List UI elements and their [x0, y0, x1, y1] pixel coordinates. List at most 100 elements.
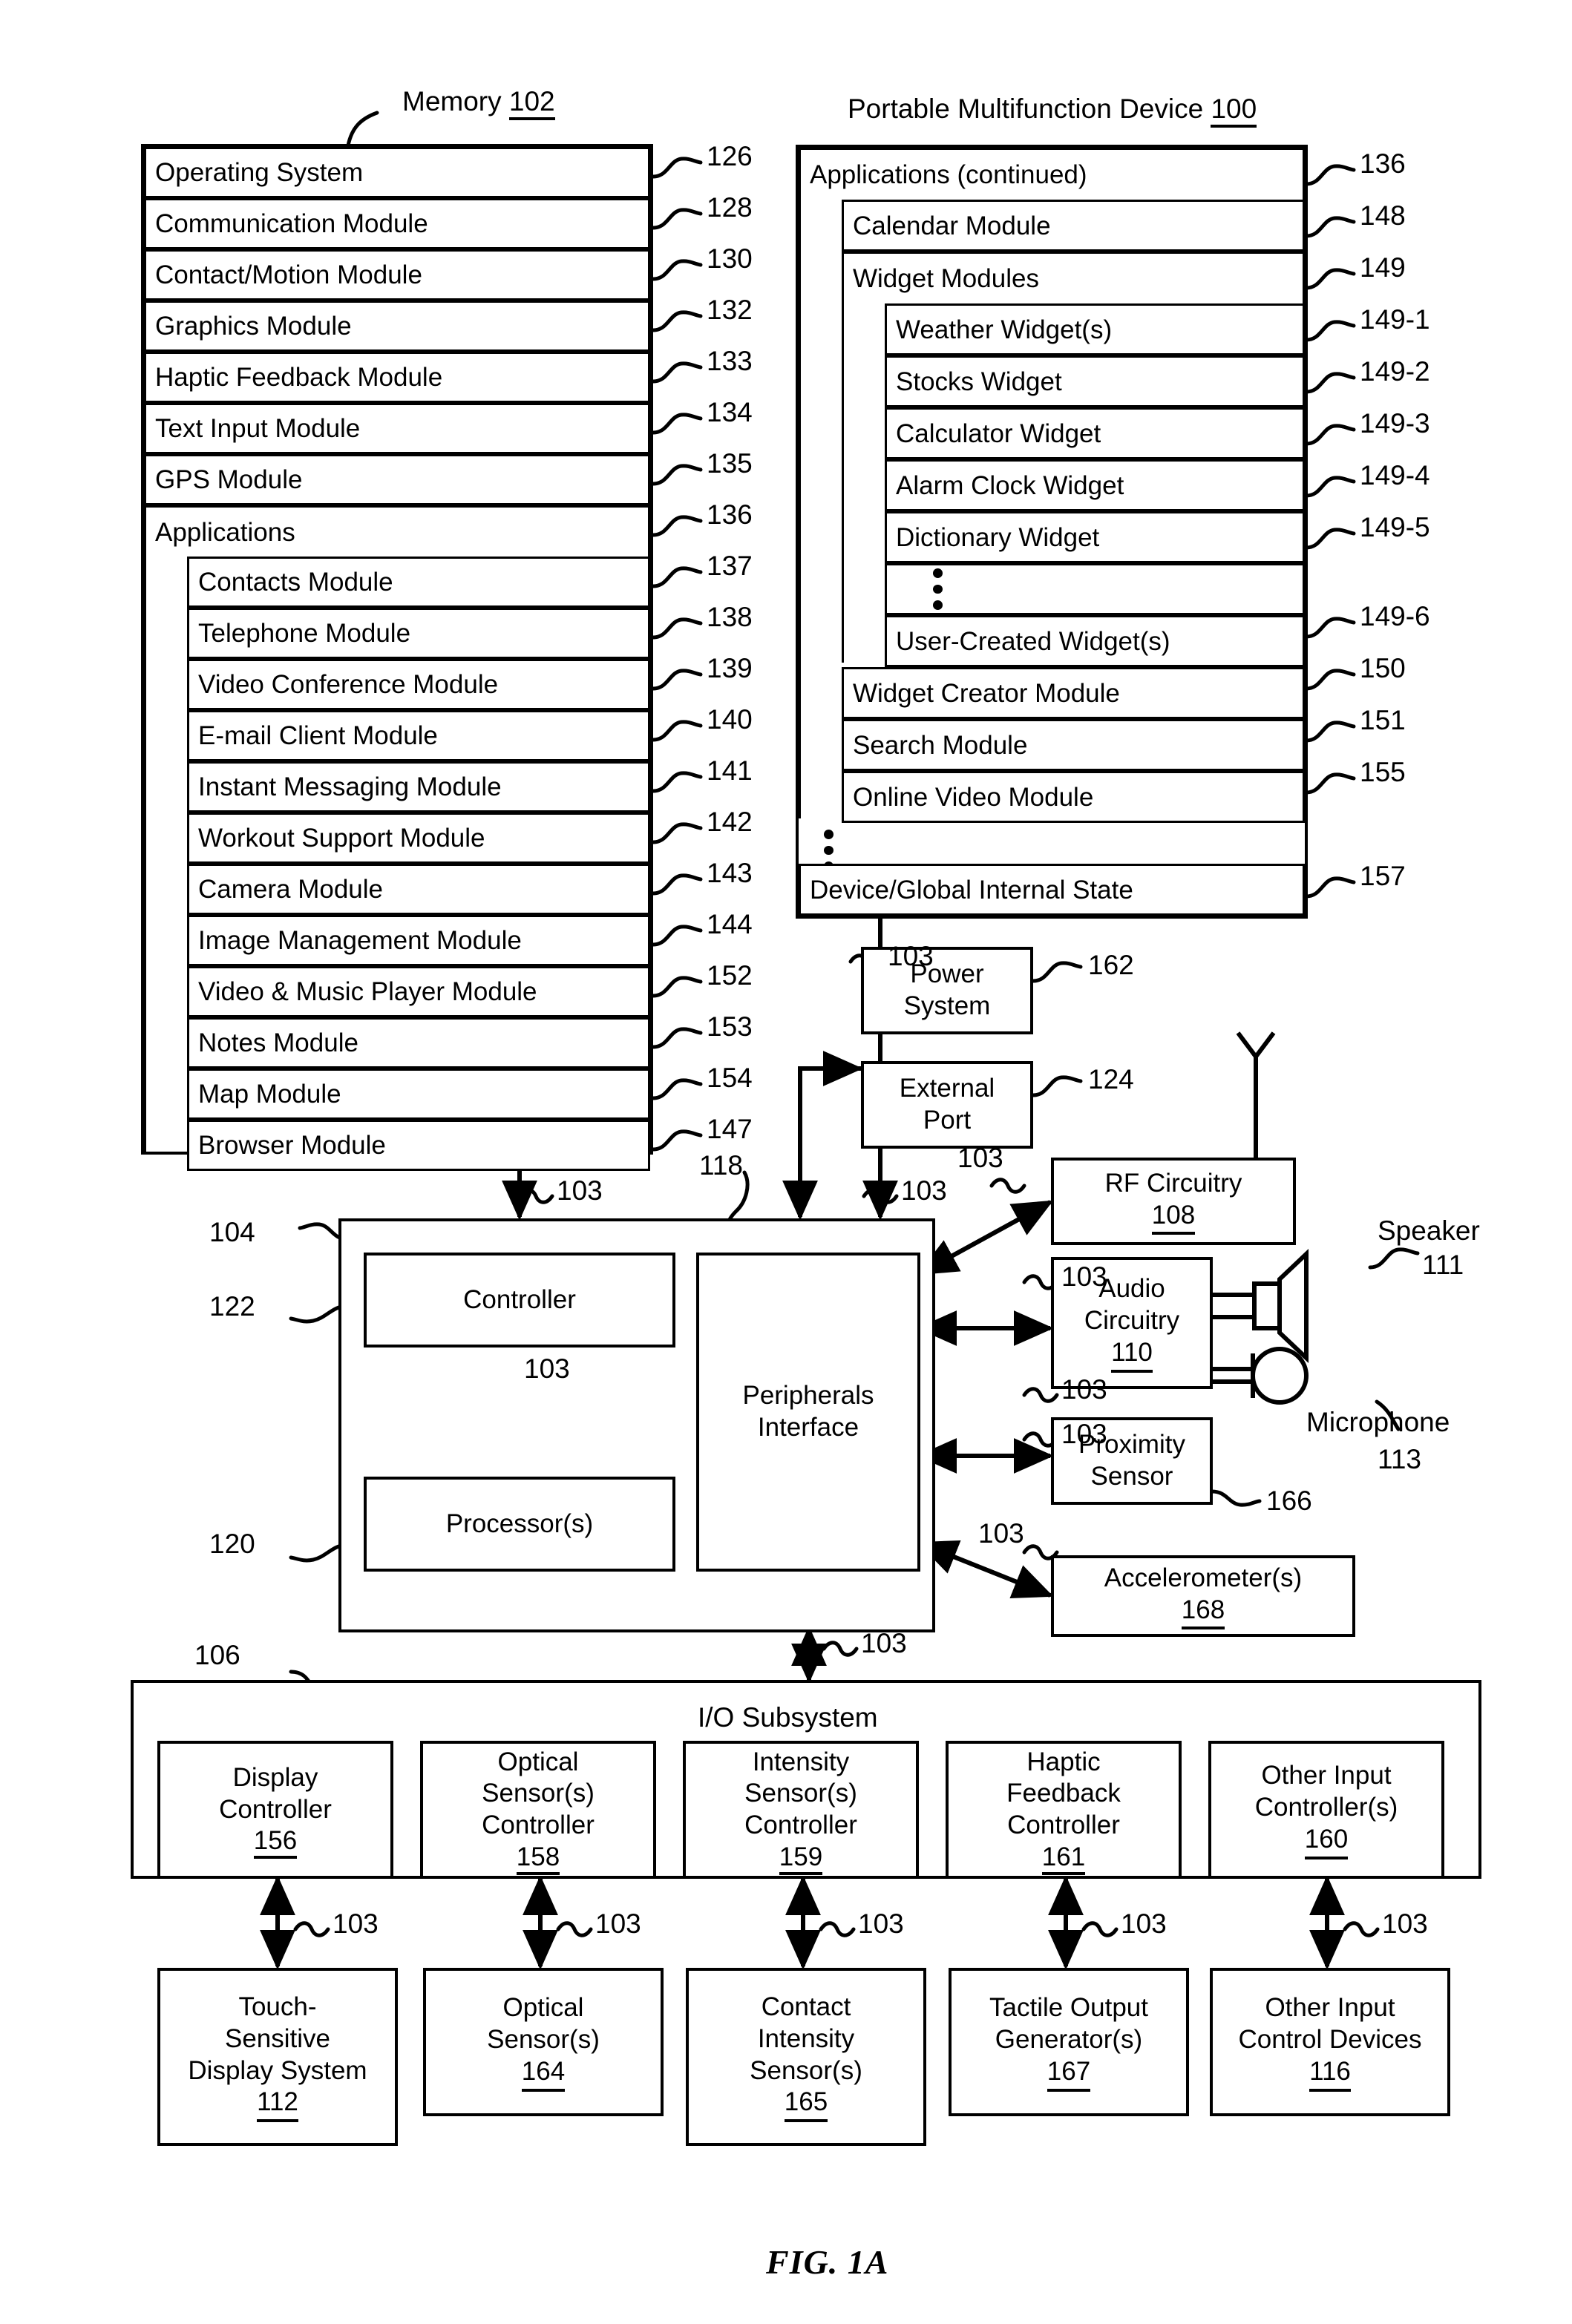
bus-label-103-i: 103 [861, 1628, 907, 1658]
bus-label-103-c: 103 [957, 1143, 1003, 1173]
bus-label-103-l: 103 [858, 1908, 904, 1939]
ref-104: 104 [209, 1217, 255, 1247]
touch-display-line2: Sensitive [224, 2023, 331, 2053]
row-label: Applications [155, 517, 295, 547]
io-subsystem-label: I/O Subsystem [698, 1702, 878, 1733]
app-row-notes-module: Notes Module [187, 1017, 650, 1069]
device-title-ref: 100 [1211, 93, 1257, 128]
ref-139: 139 [707, 653, 753, 683]
row-label: Applications (continued) [810, 160, 1087, 189]
row-label: Haptic Feedback Module [155, 363, 443, 392]
row-label: Text Input Module [155, 414, 361, 443]
row-label: Operating System [155, 158, 364, 187]
row-label: Communication Module [155, 209, 428, 238]
audio-circuitry-line2: Circuitry [1084, 1306, 1180, 1336]
contact-intensity-ref: 165 [784, 2087, 828, 2122]
row-label: Graphics Module [155, 312, 352, 341]
bus-label-103-b: 103 [901, 1175, 947, 1206]
ref-153: 153 [707, 1011, 753, 1042]
ref-144: 144 [707, 909, 753, 939]
ref-136-right: 136 [1360, 148, 1406, 179]
audio-circuitry-line1: Audio [1098, 1274, 1165, 1304]
memory-row-haptic-feedback-module: Haptic Feedback Module [144, 352, 650, 403]
optical-sensor-controller-line2: Sensor(s) [482, 1779, 595, 1808]
widget-row-dictionary: Dictionary Widget [885, 511, 1305, 563]
row-label: Contacts Module [198, 568, 393, 597]
other-input-controller-line2: Controller(s) [1254, 1793, 1398, 1822]
optical-sensors-ref: 164 [521, 2056, 566, 2092]
device-row-calendar-module: Calendar Module [842, 200, 1305, 252]
row-label: User-Created Widget(s) [896, 626, 1170, 656]
bus-label-103-g: 103 [1061, 1419, 1107, 1449]
other-input-controller-ref: 160 [1304, 1824, 1349, 1859]
optical-sensor-controller-block: Optical Sensor(s) Controller 158 [420, 1741, 656, 1879]
app-row-video-music-player-module: Video & Music Player Module [187, 966, 650, 1017]
contact-intensity-sensors-block: Contact Intensity Sensor(s) 165 [686, 1968, 926, 2146]
optical-sensors-line1: Optical [502, 1993, 584, 2023]
memory-panel-title: Memory 102 [402, 86, 555, 120]
optical-sensor-controller-line1: Optical [497, 1747, 579, 1776]
ref-152: 152 [707, 960, 753, 991]
device-row-widget-modules: Widget Modules [842, 252, 1305, 303]
accelerometers-label: Accelerometer(s) [1104, 1563, 1303, 1592]
bus-label-103-a: 103 [557, 1175, 603, 1206]
patent-figure-page: Memory 102 Operating System Communicatio… [0, 0, 1572, 2324]
ref-149-5: 149-5 [1360, 512, 1430, 542]
app-row-video-conference-module: Video Conference Module [187, 659, 650, 710]
row-label: Video & Music Player Module [198, 977, 537, 1006]
device-row-global-internal-state: Device/Global Internal State [799, 864, 1305, 916]
ref-124: 124 [1088, 1064, 1134, 1094]
ref-133: 133 [707, 346, 753, 376]
row-label: Contact/Motion Module [155, 260, 422, 289]
bus-label-103-h: 103 [978, 1518, 1024, 1549]
row-label: Calendar Module [853, 211, 1051, 240]
bus-label-103-o: 103 [888, 941, 934, 971]
ref-106: 106 [194, 1640, 240, 1670]
audio-circuitry-ref: 110 [1111, 1337, 1153, 1373]
ref-149-4: 149-4 [1360, 460, 1430, 490]
touch-sensitive-display-block: Touch- Sensitive Display System 112 [157, 1968, 398, 2146]
ref-155: 155 [1360, 757, 1406, 787]
intensity-sensor-controller-line3: Controller [744, 1811, 857, 1839]
row-label: Weather Widget(s) [896, 315, 1113, 344]
app-row-map-module: Map Module [187, 1069, 650, 1120]
memory-row-operating-system: Operating System [144, 147, 650, 198]
memory-row-contact-motion-module: Contact/Motion Module [144, 249, 650, 301]
ref-149-3: 149-3 [1360, 408, 1430, 439]
bus-label-103-e: 103 [1061, 1261, 1107, 1292]
memory-row-text-input-module: Text Input Module [144, 403, 650, 454]
external-port-line2: Port [923, 1106, 972, 1135]
ref-149-1: 149-1 [1360, 304, 1430, 335]
rf-circuitry-block: RF Circuitry 108 [1051, 1158, 1296, 1245]
app-row-image-management-module: Image Management Module [187, 915, 650, 966]
figure-caption: FIG. 1A [766, 2243, 889, 2281]
other-input-controller-block: Other Input Controller(s) 160 [1208, 1741, 1444, 1879]
row-label: Device/Global Internal State [810, 875, 1133, 905]
app-row-contacts-module: Contacts Module [187, 557, 650, 608]
display-controller-line1: Display [232, 1762, 318, 1792]
processors-block: Processor(s) [364, 1477, 675, 1572]
memory-row-graphics-module: Graphics Module [144, 301, 650, 352]
ref-135: 135 [707, 448, 753, 479]
touch-display-ref: 112 [257, 2087, 298, 2122]
controller-block: Controller [364, 1253, 675, 1348]
memory-title-ref: 102 [508, 86, 555, 120]
intensity-sensor-controller-block: Intensity Sensor(s) Controller 159 [683, 1741, 919, 1879]
microphone-label: Microphone [1306, 1407, 1450, 1437]
tactile-output-generators-block: Tactile Output Generator(s) 167 [949, 1968, 1189, 2116]
ref-142: 142 [707, 807, 753, 837]
ref-137: 137 [707, 551, 753, 581]
widget-row-ellipsis [885, 563, 1305, 615]
app-row-browser-module: Browser Module [187, 1120, 650, 1171]
device-row-online-video-module: Online Video Module [842, 771, 1305, 823]
peripherals-interface-line2: Interface [757, 1413, 859, 1442]
row-label: Telephone Module [198, 619, 411, 648]
contact-intensity-line1: Contact [761, 1992, 851, 2022]
rf-circuitry-label: RF Circuitry [1104, 1168, 1242, 1198]
haptic-feedback-controller-line2: Feedback [1006, 1779, 1121, 1808]
ref-150: 150 [1360, 653, 1406, 683]
peripherals-interface-block: Peripherals Interface [696, 1253, 920, 1572]
device-panel-title: Portable Multifunction Device 100 [848, 93, 1257, 128]
widget-modules-rail [842, 303, 844, 663]
ref-143: 143 [707, 858, 753, 888]
